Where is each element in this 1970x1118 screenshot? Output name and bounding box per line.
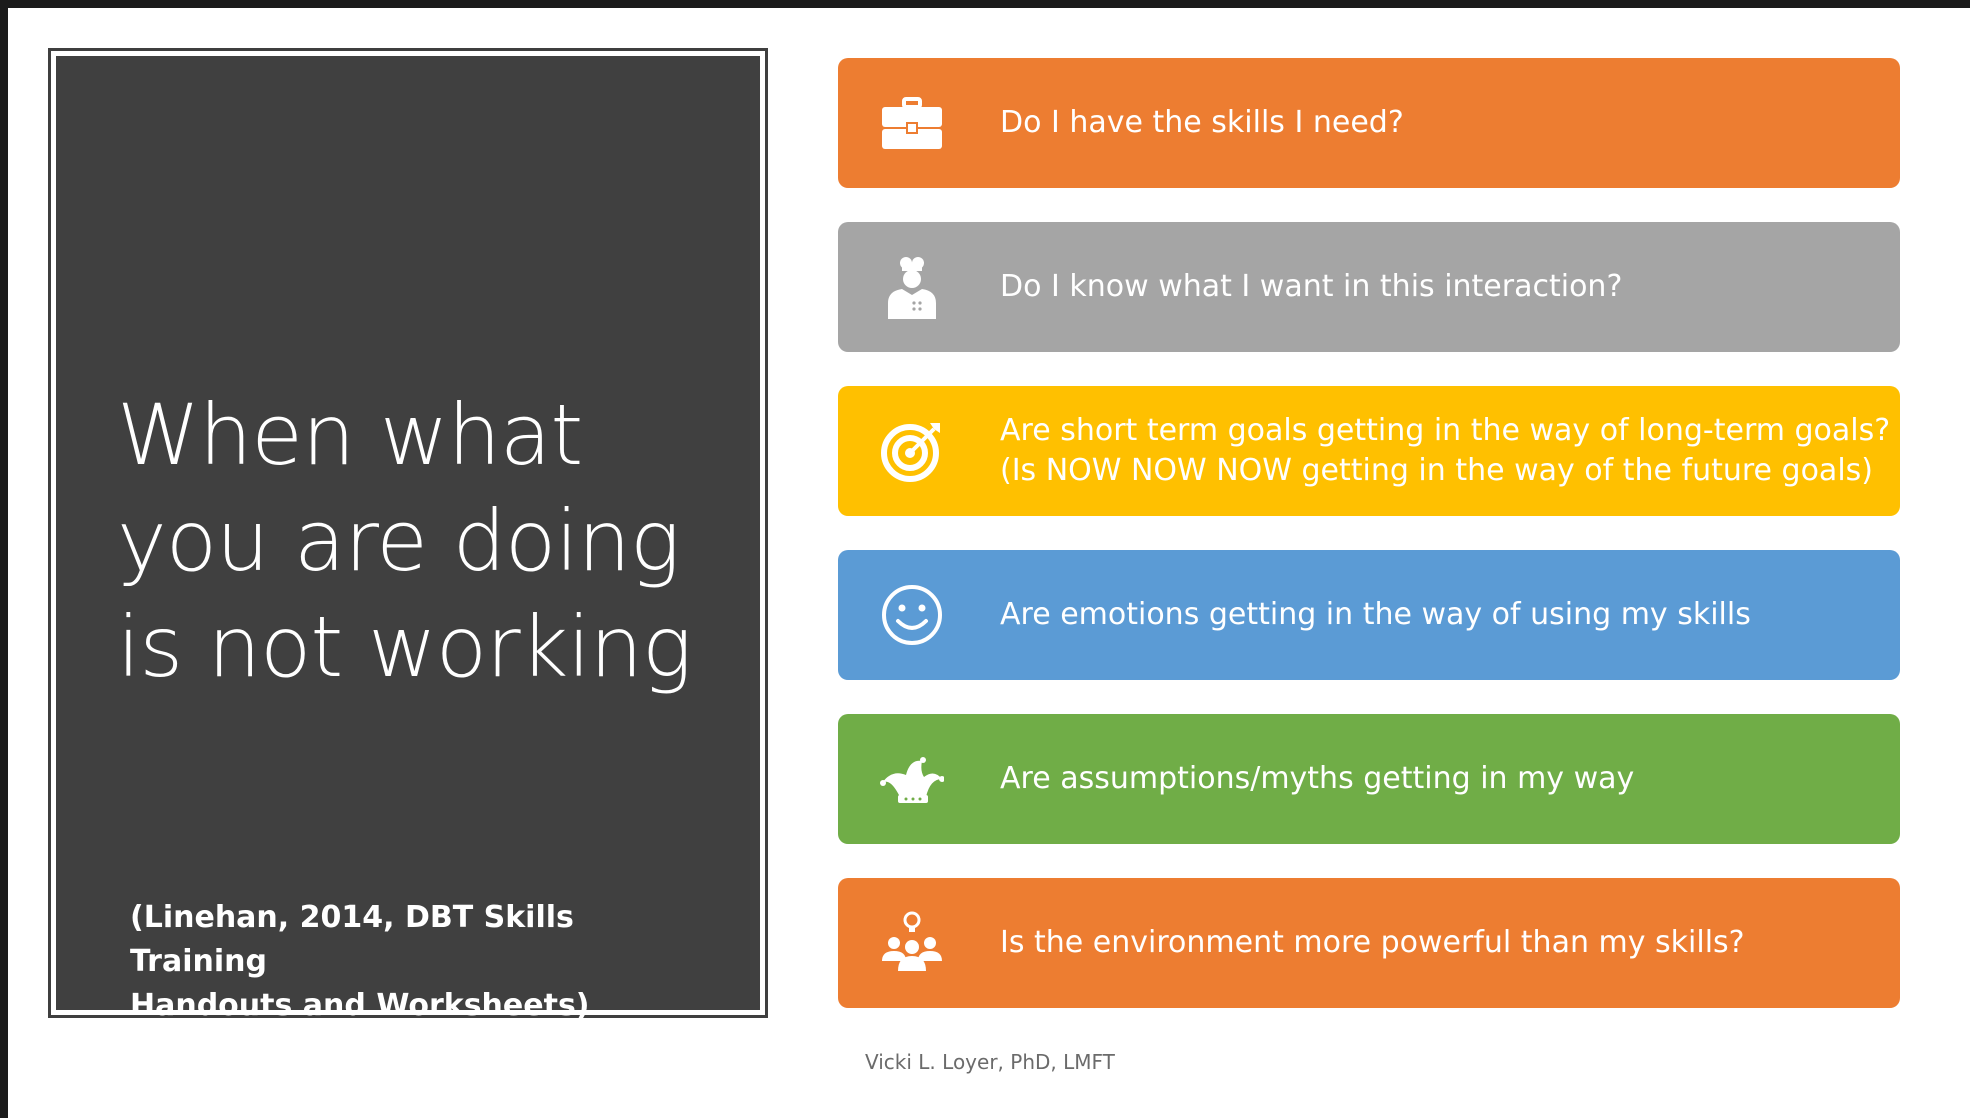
briefcase-icon [880,91,944,155]
slide-title: When what you are doing is not working [117,386,692,696]
question-label: Do I have the skills I need? [1000,105,1404,140]
jester-hat-icon [880,747,944,811]
question-item-emotions: Are emotions getting in the way of using… [838,550,1900,680]
question-item-skills: Do I have the skills I need? [838,58,1900,188]
question-label: Are emotions getting in the way of using… [1000,597,1751,632]
slide: When what you are doing is not working (… [8,8,1970,1118]
question-label: Do I know what I want in this interactio… [1000,269,1623,304]
smiley-icon [880,583,944,647]
question-label: Is the environment more powerful than my… [1000,925,1745,960]
question-label: Are short term goals getting in the way … [1000,413,1891,488]
question-item-environment: Is the environment more powerful than my… [838,878,1900,1008]
question-label: Are assumptions/myths getting in my way [1000,761,1635,796]
author-footer: Vicki L. Loyer, PhD, LMFT [865,1050,1115,1074]
title-panel: When what you are doing is not working (… [48,48,768,1023]
question-item-assumptions: Are assumptions/myths getting in my way [838,714,1900,844]
citation: (Linehan, 2014, DBT Skills Training Hand… [130,900,590,1023]
question-item-want: Do I know what I want in this interactio… [838,222,1900,352]
group-idea-icon [880,911,944,975]
target-icon [880,419,944,483]
question-item-goals: Are short term goals getting in the way … [838,386,1900,516]
chef-icon [880,255,944,319]
title-panel-background: When what you are doing is not working (… [56,56,760,1023]
